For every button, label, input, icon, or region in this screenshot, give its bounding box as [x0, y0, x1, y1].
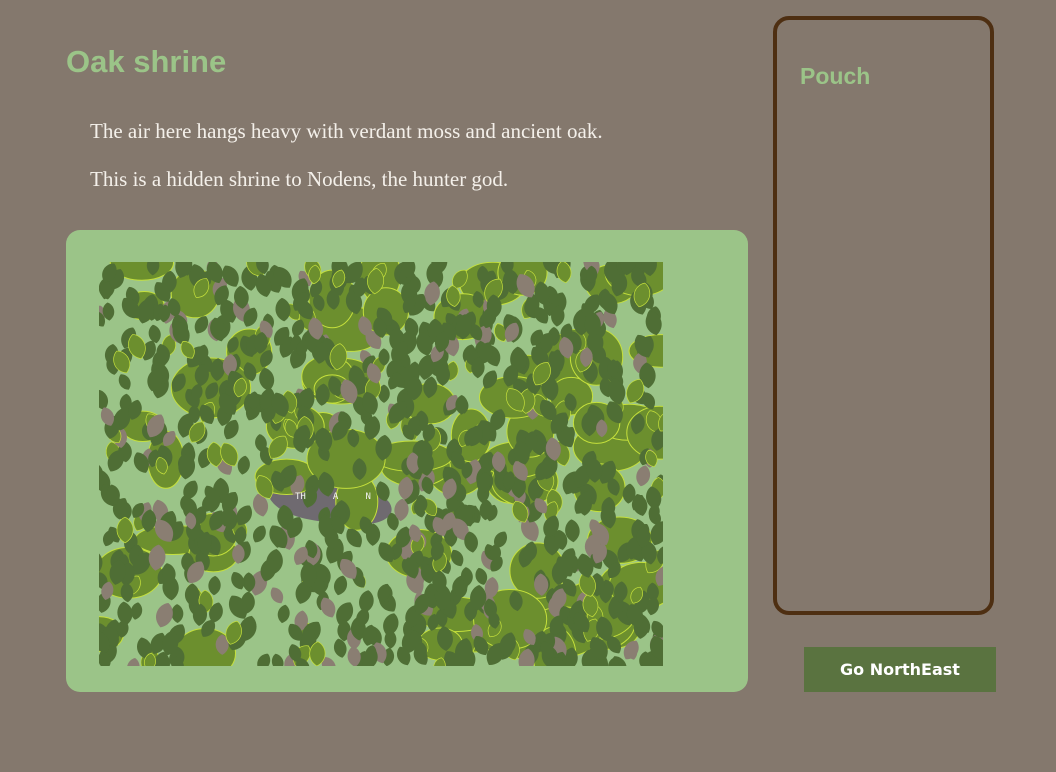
leaf	[118, 374, 131, 390]
leaf	[126, 657, 140, 666]
leaf	[156, 603, 173, 628]
leaf	[171, 604, 184, 623]
leaf	[275, 297, 291, 322]
go-northeast-button[interactable]: Go NorthEast	[804, 647, 996, 692]
hidden-shrine-text: TH A N	[295, 492, 371, 502]
leaf	[237, 455, 250, 475]
shrine-scene[interactable]: TH A N	[99, 262, 663, 666]
foliage-illustration: TH A N	[99, 262, 663, 666]
leaf	[270, 587, 284, 604]
leaf	[252, 525, 266, 543]
foliage-leaves	[99, 262, 663, 666]
leaf	[271, 653, 284, 666]
pouch-title: Pouch	[800, 63, 871, 89]
pouch-panel: Pouch	[773, 16, 994, 615]
description-line-2: This is a hidden shrine to Nodens, the h…	[90, 167, 509, 191]
leaf	[257, 653, 271, 666]
leaf	[277, 604, 290, 624]
leaf	[333, 575, 348, 596]
location-title: Oak shrine	[66, 44, 227, 79]
description-line-1: The air here hangs heavy with verdant mo…	[90, 119, 603, 143]
leaf	[334, 638, 347, 658]
leaf	[148, 324, 161, 344]
